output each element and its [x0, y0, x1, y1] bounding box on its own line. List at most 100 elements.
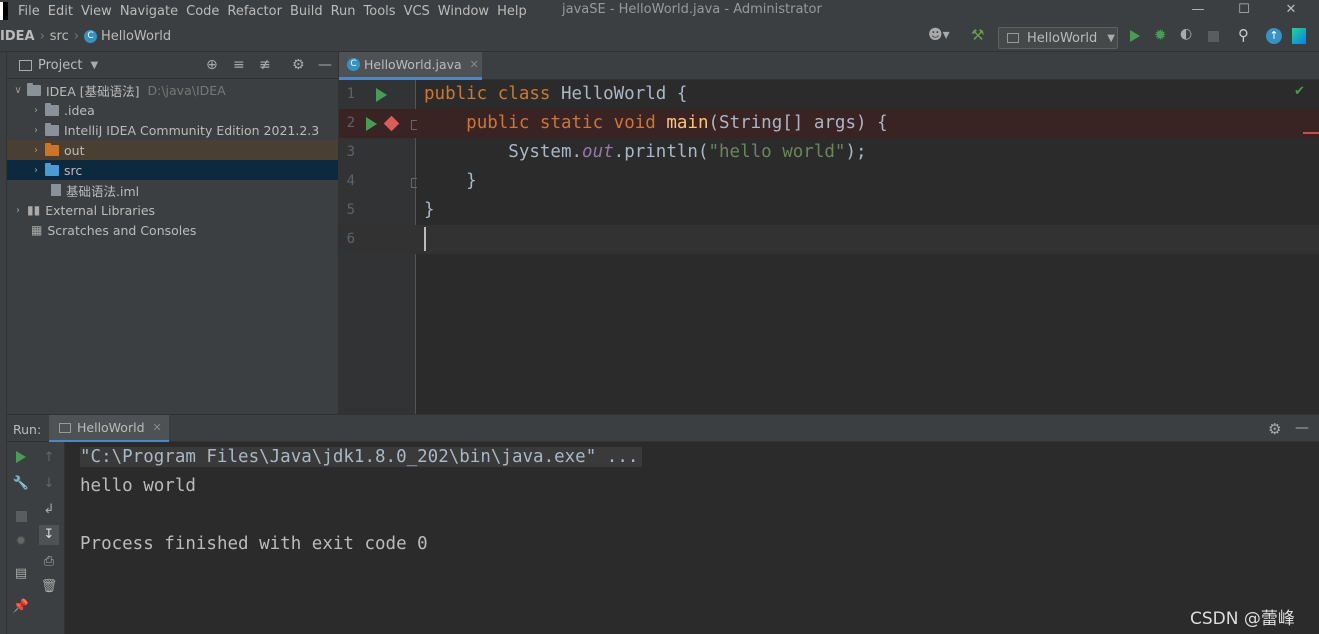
line-number: 1 — [346, 86, 355, 102]
tree-item-intellij[interactable]: › IntelliJ IDEA Community Edition 2021.2… — [7, 120, 338, 140]
module-file-icon — [51, 184, 61, 196]
chevron-down-icon[interactable]: ▼ — [90, 60, 98, 71]
menu-items: File Edit View Navigate Code Refactor Bu… — [18, 0, 535, 22]
code-token: main — [666, 113, 709, 133]
build-hammer-icon[interactable]: ⚒ — [971, 26, 984, 44]
tree-item-scratches[interactable]: ▦ Scratches and Consoles — [7, 220, 338, 240]
chevron-down-icon: ∨ — [14, 84, 22, 96]
breadcrumb-project[interactable]: IDEA — [0, 29, 35, 44]
check-icon: ✔ — [1294, 84, 1305, 99]
code-token: .println( — [613, 142, 709, 162]
window-title: javaSE - HelloWorld.java - Administrator — [562, 2, 822, 17]
code-token: HelloWorld { — [560, 84, 688, 104]
rerun-icon[interactable] — [16, 451, 26, 463]
code-editor[interactable]: ✔ public class HelloWorld { public stati… — [417, 80, 1319, 414]
menu-tools[interactable]: Tools — [364, 4, 396, 19]
tree-item-root[interactable]: ∨ IDEA [基础语法] D:\java\IDEA — [7, 80, 338, 100]
scroll-to-end-icon[interactable]: ↧ — [39, 525, 59, 545]
minimize-button[interactable]: — — [1175, 0, 1221, 22]
gear-icon[interactable]: ⚙ — [1268, 420, 1281, 438]
tree-item-iml[interactable]: 基础语法.iml — [7, 180, 338, 200]
debug-icon[interactable]: ✹ — [11, 532, 31, 552]
print-icon[interactable]: ⎙ — [39, 552, 59, 572]
wrench-icon[interactable]: 🔧 — [11, 474, 31, 494]
arrow-down-icon[interactable]: ↓ — [39, 474, 59, 494]
menu-navigate[interactable]: Navigate — [120, 4, 178, 19]
tree-item-path: D:\java\IDEA — [147, 82, 226, 98]
chevron-right-icon: › — [73, 29, 79, 44]
run-icon[interactable] — [1130, 30, 1140, 42]
line-number: 5 — [346, 202, 355, 218]
soft-wrap-icon[interactable]: ↲ — [39, 500, 59, 520]
run-tab-helloworld[interactable]: HelloWorld ✕ — [49, 415, 169, 443]
editor-tab-label: HelloWorld.java — [364, 57, 462, 72]
editor-tab-helloworld[interactable]: C HelloWorld.java ✕ — [339, 52, 482, 80]
maximize-button[interactable]: ☐ — [1221, 0, 1267, 22]
arrow-up-icon[interactable]: ↑ — [39, 448, 59, 468]
menu-run[interactable]: Run — [331, 4, 356, 19]
project-panel-header: Project ▼ — [7, 52, 338, 79]
watermark: CSDN @蕾峰 — [1190, 609, 1295, 629]
chevron-right-icon: › — [39, 29, 45, 44]
project-panel-title[interactable]: Project — [38, 58, 82, 73]
locate-icon[interactable]: ⊕ — [206, 57, 218, 73]
breadcrumb-folder[interactable]: src — [50, 29, 69, 44]
code-token: public static void — [466, 113, 667, 133]
code-token: public class — [424, 84, 561, 104]
left-tool-strip — [0, 52, 7, 634]
stop-icon[interactable] — [16, 511, 27, 522]
tree-item-idea[interactable]: › .idea — [7, 100, 338, 120]
expand-all-icon[interactable]: ≡ — [233, 57, 245, 73]
menu-code[interactable]: Code — [186, 4, 219, 19]
tree-item-external-libraries[interactable]: › ▮▮ External Libraries — [7, 200, 338, 220]
search-icon[interactable]: ⚲ — [1238, 26, 1249, 44]
tree-item-label: IDEA [基础语法] — [46, 83, 140, 99]
code-token: ); — [845, 142, 867, 162]
run-class-icon[interactable] — [376, 88, 387, 102]
hide-panel-icon[interactable]: — — [1295, 420, 1309, 436]
layout-icon[interactable]: ▤ — [11, 564, 31, 584]
menu-vcs[interactable]: VCS — [404, 4, 430, 19]
tree-item-src[interactable]: › src — [7, 160, 338, 180]
menu-refactor[interactable]: Refactor — [227, 4, 282, 19]
menu-edit[interactable]: Edit — [48, 4, 73, 19]
update-icon[interactable]: ↑ — [1266, 28, 1282, 44]
menu-help[interactable]: Help — [497, 4, 527, 19]
run-config-select[interactable]: HelloWorld ▼ — [998, 27, 1118, 49]
pin-icon[interactable]: 📌 — [11, 597, 31, 617]
menu-file[interactable]: File — [18, 4, 40, 19]
console-output[interactable]: "C:\Program Files\Java\jdk1.8.0_202\bin\… — [65, 442, 1319, 634]
folder-icon — [45, 102, 59, 116]
menu-window[interactable]: Window — [438, 4, 489, 19]
collapse-all-icon[interactable]: ≢ — [259, 57, 271, 73]
close-window-button[interactable]: ✕ — [1268, 0, 1314, 22]
user-icon[interactable]: ☻▾ — [928, 27, 950, 43]
console-line-output: hello world — [80, 476, 196, 496]
breadcrumb-file[interactable]: HelloWorld — [101, 29, 171, 44]
menu-view[interactable]: View — [81, 4, 112, 19]
coverage-icon[interactable]: ◐ — [1180, 26, 1192, 42]
tree-item-out[interactable]: › out — [7, 140, 338, 160]
current-line-highlight — [417, 225, 1319, 254]
menu-build[interactable]: Build — [290, 4, 323, 19]
debug-icon[interactable]: ✹ — [1154, 26, 1167, 44]
trash-icon[interactable]: 🗑 — [39, 577, 59, 597]
gear-icon[interactable]: ⚙ — [292, 57, 305, 73]
tree-item-label: 基础语法.iml — [66, 183, 140, 199]
run-main-icon[interactable] — [366, 117, 377, 131]
hide-panel-icon[interactable]: — — [318, 57, 332, 73]
code-line-5: } — [424, 200, 435, 220]
menu-bar: File Edit View Navigate Code Refactor Bu… — [0, 0, 1319, 22]
code-token: out — [582, 142, 614, 162]
error-stripe-mark — [1303, 132, 1319, 134]
project-panel: Project ▼ ⊕ ≡ ≢ ⚙ — ∨ IDEA [基础语法] D:\jav… — [7, 52, 338, 414]
editor-gutter: 1 2 3 4 5 6 — [338, 80, 421, 414]
chevron-right-icon: › — [34, 144, 38, 156]
close-tab-icon[interactable]: ✕ — [470, 58, 479, 71]
editor-tab-bar: C HelloWorld.java ✕ — [338, 52, 1319, 80]
close-tab-icon[interactable]: ✕ — [153, 421, 162, 434]
plugin-icon[interactable] — [1292, 28, 1306, 44]
text-caret — [424, 227, 426, 251]
stop-icon[interactable] — [1208, 31, 1219, 42]
